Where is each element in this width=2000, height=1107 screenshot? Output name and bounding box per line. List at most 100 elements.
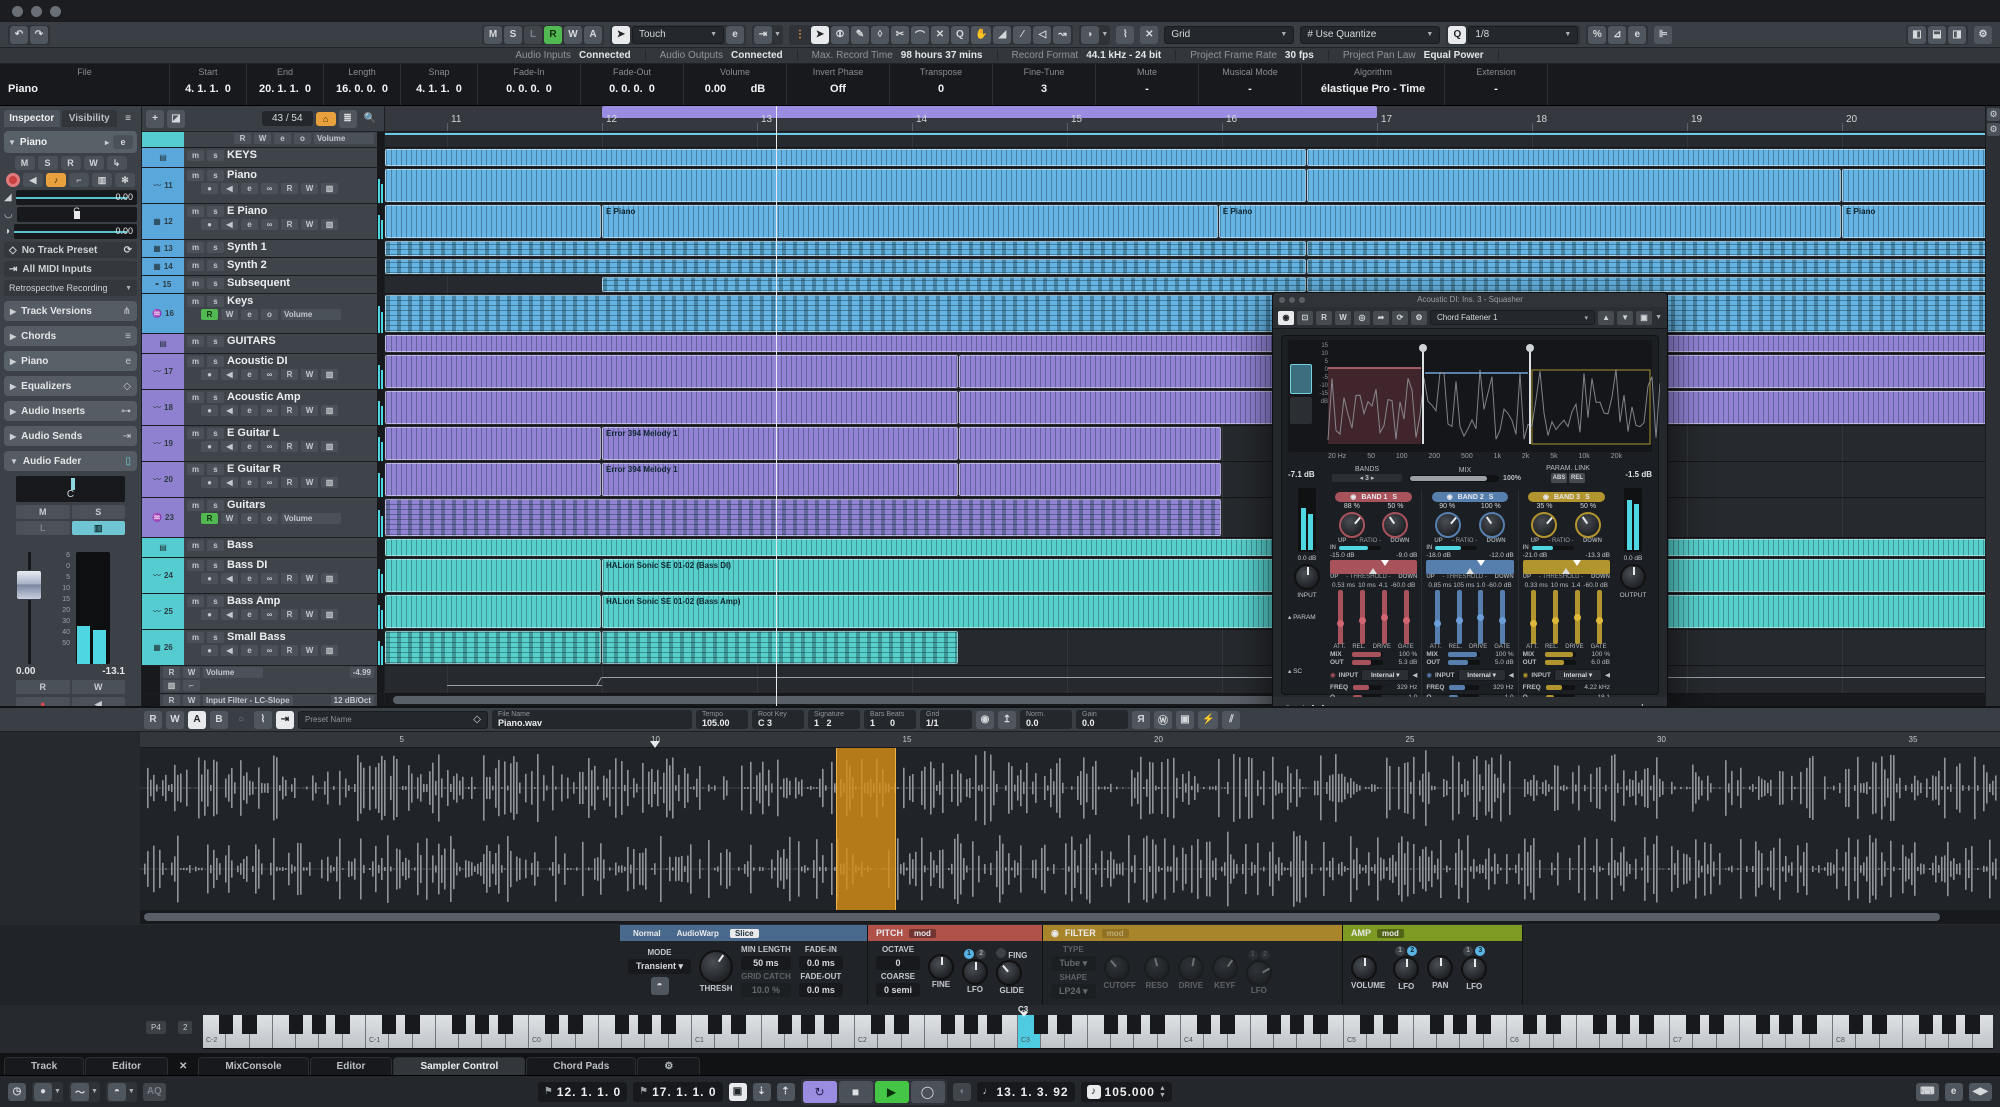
- write-button[interactable]: W: [301, 219, 318, 230]
- band-solo-button[interactable]: S: [1392, 494, 1397, 501]
- track-home-icon[interactable]: ⌂: [316, 112, 336, 126]
- lock-track-icon[interactable]: ⌐: [69, 173, 89, 187]
- edit-channel-button[interactable]: e: [241, 441, 258, 452]
- track-m-button[interactable]: M: [15, 156, 35, 170]
- band-sc-freq-row[interactable]: FREQ4.22 kHz: [1523, 684, 1610, 691]
- audio-event[interactable]: E Piano: [1842, 205, 1985, 238]
- automation-s-button[interactable]: S: [504, 26, 522, 44]
- black-key[interactable]: [801, 1015, 815, 1034]
- quantize-q-icon[interactable]: Q: [1448, 26, 1466, 44]
- plugin-write-button[interactable]: W: [1335, 311, 1351, 325]
- pan-handle[interactable]: [71, 478, 75, 490]
- black-key[interactable]: [708, 1015, 722, 1034]
- zoom-tool-icon[interactable]: Q: [951, 26, 969, 44]
- plugin-snapshot-icon[interactable]: ▣: [1636, 311, 1652, 325]
- black-key[interactable]: [1476, 1015, 1490, 1034]
- lanes-icon[interactable]: ▥: [163, 680, 180, 691]
- info-field-file[interactable]: FilePiano: [0, 64, 170, 105]
- mute-button[interactable]: m: [187, 428, 204, 439]
- lane-subsequent[interactable]: [385, 276, 1985, 294]
- show-lanes-icon[interactable]: ▥: [92, 173, 112, 187]
- fade-tool-icon[interactable]: ◢: [993, 26, 1011, 44]
- edit-channel-button[interactable]: e: [241, 477, 258, 488]
- black-key[interactable]: [1709, 1015, 1723, 1034]
- filter-reso-knob[interactable]: [1144, 955, 1170, 981]
- track-row-bass[interactable]: ▤msBass: [142, 538, 384, 558]
- info-field-value[interactable]: -: [1096, 83, 1198, 95]
- mute-button[interactable]: m: [187, 242, 204, 253]
- black-key[interactable]: [545, 1015, 559, 1034]
- track-row-piano[interactable]: 〰11msPiano●◀e∞RW▥: [142, 168, 384, 204]
- track-row-keys[interactable]: ♒16msKeysRWeoVolume: [142, 294, 384, 334]
- fader-mute-button[interactable]: M: [16, 505, 70, 519]
- amp-lfo-knob-3[interactable]: [1461, 956, 1487, 982]
- info-field-end[interactable]: End20. 1. 1. 0: [247, 64, 324, 105]
- lanes-icon[interactable]: ▥: [321, 405, 338, 416]
- comp-tool-icon[interactable]: ◗: [1081, 26, 1099, 44]
- slice-selection[interactable]: [836, 748, 896, 910]
- mute-button[interactable]: m: [187, 356, 204, 367]
- write-button[interactable]: W: [301, 369, 318, 380]
- solo-button[interactable]: s: [207, 392, 224, 403]
- stereo-icon[interactable]: ∞: [261, 609, 278, 620]
- edit-channel-button[interactable]: e: [241, 609, 258, 620]
- black-key[interactable]: [1383, 1015, 1397, 1034]
- lane-acoustic-amp[interactable]: [385, 390, 1985, 426]
- filter-shape-dropdown[interactable]: LP24 ▾: [1051, 984, 1096, 999]
- audio-event[interactable]: [1307, 169, 1841, 202]
- automation-l-button[interactable]: L: [524, 26, 542, 44]
- lane-parameter[interactable]: Volume: [281, 513, 341, 524]
- plugin-window-dots[interactable]: [1279, 297, 1305, 303]
- mute-button[interactable]: m: [187, 540, 204, 551]
- black-key[interactable]: [824, 1015, 838, 1034]
- band-solo-button[interactable]: S: [1585, 494, 1590, 501]
- black-key[interactable]: [871, 1015, 885, 1034]
- automation-r-button[interactable]: R: [544, 26, 562, 44]
- find-track-icon[interactable]: 🔍: [360, 110, 380, 128]
- primary-time-display[interactable]: ♩ 13. 1. 3. 92: [977, 1082, 1075, 1102]
- band-sc-freq-row[interactable]: FREQ329 Hz: [1330, 684, 1417, 691]
- mute-button[interactable]: m: [187, 278, 204, 289]
- mute-button[interactable]: m: [187, 632, 204, 643]
- amp-pan-knob-2[interactable]: [1427, 955, 1453, 981]
- plugin-activate-icon[interactable]: ◉: [1278, 311, 1294, 325]
- editor-autoscroll-icon[interactable]: ⇥: [276, 711, 294, 729]
- lane-guitars[interactable]: [385, 498, 1985, 538]
- sc-listen-icon[interactable]: ◀: [1605, 671, 1610, 679]
- solo-button[interactable]: s: [207, 296, 224, 307]
- solo-button[interactable]: s: [207, 464, 224, 475]
- plugin-bypass-icon[interactable]: ⊡: [1297, 311, 1313, 325]
- sc-input-dropdown[interactable]: Internal ▾: [1458, 669, 1506, 681]
- hand-tool-icon[interactable]: ✋: [971, 26, 991, 44]
- midi-event[interactable]: [1307, 277, 1985, 292]
- plugin-read-button[interactable]: R: [1316, 311, 1332, 325]
- audio-event[interactable]: Error 394 Melody 1: [602, 463, 958, 496]
- write-button[interactable]: W: [301, 441, 318, 452]
- preset-prev-icon[interactable]: ▲: [1598, 311, 1614, 325]
- record-enable-button[interactable]: ●: [201, 477, 218, 488]
- track-w-button[interactable]: W: [84, 156, 104, 170]
- midi-event[interactable]: [1307, 241, 1985, 256]
- filter-drive-knob[interactable]: [1178, 955, 1204, 981]
- plugin-preset-selector[interactable]: Chord Fattener 1▾: [1430, 310, 1595, 325]
- automation-w-button[interactable]: W: [564, 26, 582, 44]
- band-slider[interactable]: [1435, 590, 1440, 644]
- edit-channel-button[interactable]: e: [241, 369, 258, 380]
- filter-power-icon[interactable]: ◉: [1051, 928, 1059, 939]
- punch-lock-icon[interactable]: ▣: [729, 1083, 747, 1101]
- draw-tool-icon[interactable]: ✎: [851, 26, 869, 44]
- black-key[interactable]: [1849, 1015, 1863, 1034]
- add-track-button[interactable]: +: [146, 110, 164, 128]
- track-row-lane[interactable]: RWeoVolume: [142, 132, 384, 148]
- lane-o-button[interactable]: o: [294, 133, 311, 144]
- edit-channel-button[interactable]: e: [241, 573, 258, 584]
- slider-handle[interactable]: [1403, 617, 1410, 624]
- audio-event[interactable]: [385, 133, 1985, 146]
- stereo-icon[interactable]: ∞: [261, 441, 278, 452]
- grid-type-dropdown[interactable]: Grid▼: [1164, 26, 1294, 44]
- midi-event[interactable]: [385, 241, 1306, 256]
- audio-event[interactable]: [1842, 169, 1985, 202]
- editor-slices-icon[interactable]: ⫽: [1222, 711, 1240, 729]
- write-button[interactable]: W: [301, 573, 318, 584]
- input-routing-row[interactable]: ⇥All MIDI Inputs: [4, 261, 137, 277]
